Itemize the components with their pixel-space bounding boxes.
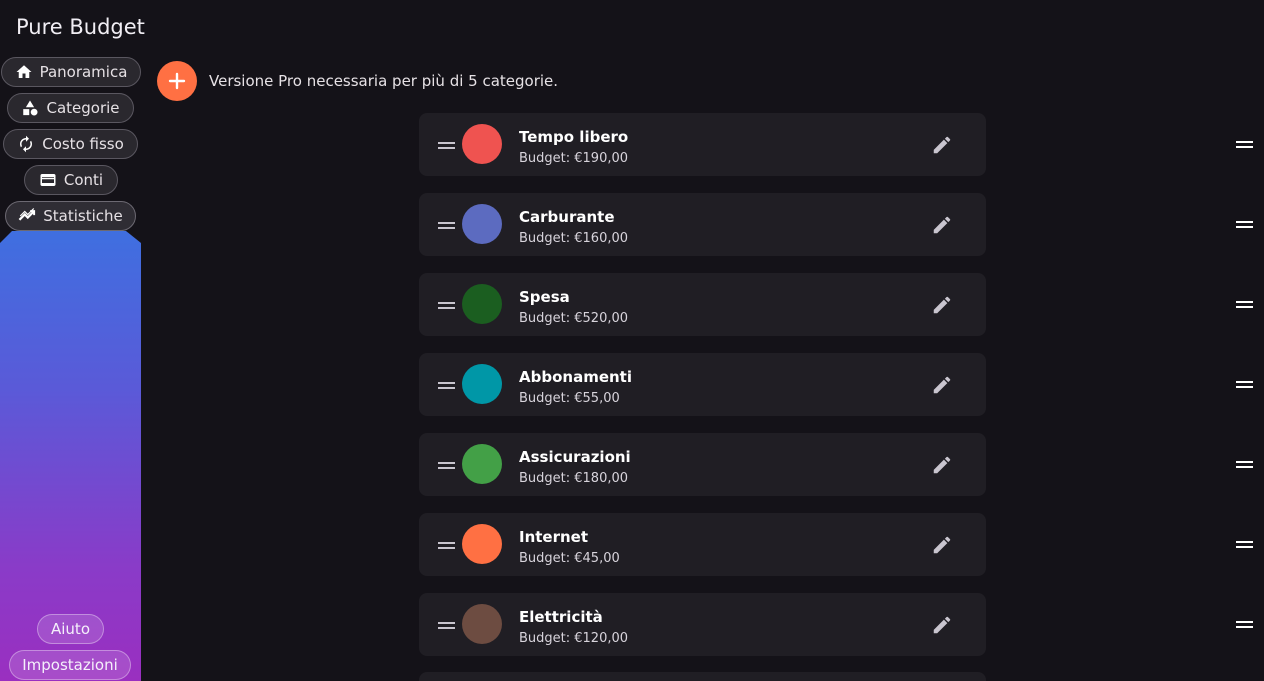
category-name: Carburante — [519, 208, 615, 226]
reorder-handle-icon[interactable] — [1236, 461, 1253, 468]
drag-handle-icon[interactable] — [438, 142, 455, 149]
edit-icon[interactable] — [931, 214, 953, 236]
reorder-handle-icon[interactable] — [1236, 141, 1253, 148]
category-name: Spesa — [519, 288, 570, 306]
edit-icon[interactable] — [931, 294, 953, 316]
nav-item-label: Conti — [63, 171, 104, 189]
category-budget: Budget: €180,00 — [519, 471, 629, 486]
category-name: Assicurazioni — [519, 448, 631, 466]
category-card[interactable]: Tempo libero Budget: €190,00 — [419, 113, 986, 176]
edit-icon[interactable] — [931, 454, 953, 476]
category-name: Elettricità — [519, 608, 603, 626]
category-card[interactable]: Spesa Budget: €520,00 — [419, 273, 986, 336]
reorder-handle-icon[interactable] — [1236, 381, 1253, 388]
reorder-handle-icon[interactable] — [1236, 541, 1253, 548]
insights-icon — [18, 207, 36, 225]
category-budget: Budget: €190,00 — [519, 151, 629, 166]
add-category-button[interactable] — [157, 61, 197, 101]
drag-handle-icon[interactable] — [438, 622, 455, 629]
category-budget: Budget: €45,00 — [519, 551, 620, 566]
drag-handle-icon[interactable] — [438, 382, 455, 389]
autorenew-icon — [17, 135, 35, 153]
category-card[interactable]: Abbonamenti Budget: €55,00 — [419, 353, 986, 416]
category-budget: Budget: €120,00 — [519, 631, 629, 646]
category-color-swatch — [462, 124, 502, 164]
reorder-handle-icon[interactable] — [1236, 221, 1253, 228]
category-budget: Budget: €55,00 — [519, 391, 620, 406]
nav-item-label: Categorie — [46, 99, 120, 117]
category-color-swatch — [462, 284, 502, 324]
drag-handle-icon[interactable] — [438, 302, 455, 309]
edit-icon[interactable] — [931, 374, 953, 396]
drag-handle-icon[interactable] — [438, 462, 455, 469]
pro-required-message: Versione Pro necessaria per più di 5 cat… — [209, 72, 559, 90]
category-budget: Budget: €520,00 — [519, 311, 629, 326]
nav-item-conti[interactable]: Conti — [24, 165, 118, 195]
nav-item-label: Costo fisso — [42, 135, 124, 153]
category-color-swatch — [462, 604, 502, 644]
edit-icon[interactable] — [931, 534, 953, 556]
drag-handle-icon[interactable] — [438, 542, 455, 549]
edit-icon[interactable] — [931, 134, 953, 156]
help-button[interactable]: Aiuto — [37, 614, 104, 644]
shapes-icon — [21, 99, 39, 117]
nav-item-costo-fisso[interactable]: Costo fisso — [3, 129, 138, 159]
nav-item-label: Panoramica — [39, 63, 128, 81]
category-name: Internet — [519, 528, 589, 546]
plus-icon — [168, 72, 186, 90]
nav-item-statistiche[interactable]: Statistiche — [5, 201, 136, 231]
settings-button[interactable]: Impostazioni — [9, 650, 131, 680]
drag-handle-icon[interactable] — [438, 222, 455, 229]
nav-item-label: Statistiche — [43, 207, 123, 225]
wallet-icon — [39, 171, 57, 189]
home-icon — [15, 63, 33, 81]
category-name: Abbonamenti — [519, 368, 632, 386]
category-card[interactable]: Internet Budget: €45,00 — [419, 513, 986, 576]
category-card[interactable]: Assicurazioni Budget: €180,00 — [419, 433, 986, 496]
nav-item-panoramica[interactable]: Panoramica — [1, 57, 141, 87]
category-color-swatch — [462, 204, 502, 244]
app-title: Pure Budget — [16, 15, 145, 39]
app-window: Pure Budget Panoramica Categorie Costo f… — [0, 0, 1264, 681]
category-color-swatch — [462, 524, 502, 564]
reorder-handle-icon[interactable] — [1236, 301, 1253, 308]
category-budget: Budget: €160,00 — [519, 231, 629, 246]
edit-icon[interactable] — [931, 614, 953, 636]
category-color-swatch — [462, 444, 502, 484]
category-name: Tempo libero — [519, 128, 629, 146]
category-card-partial[interactable] — [419, 672, 986, 681]
nav-item-categorie[interactable]: Categorie — [7, 93, 134, 123]
reorder-handle-icon[interactable] — [1236, 621, 1253, 628]
category-color-swatch — [462, 364, 502, 404]
category-card[interactable]: Carburante Budget: €160,00 — [419, 193, 986, 256]
category-card[interactable]: Elettricità Budget: €120,00 — [419, 593, 986, 656]
sidebar: Pure Budget Panoramica Categorie Costo f… — [0, 0, 145, 681]
